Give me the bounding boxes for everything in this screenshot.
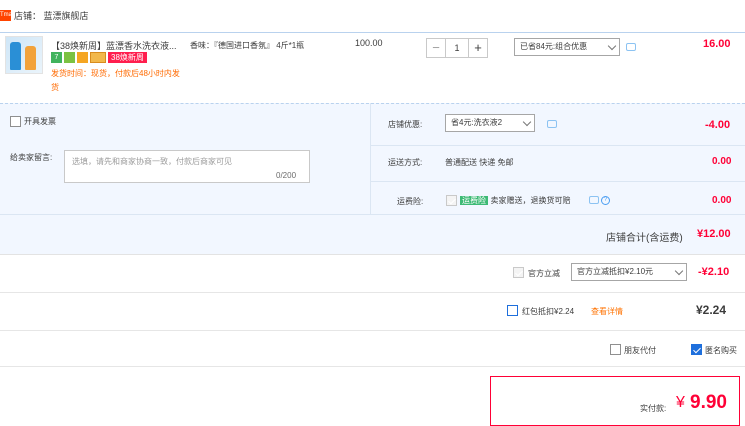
shop-header	[0, 0, 745, 32]
anonymous-checkbox[interactable]	[691, 344, 702, 355]
product-title[interactable]: 【38焕新周】蓝漂香水洗衣液...	[51, 39, 181, 52]
quantity-increase-button[interactable]: +	[468, 38, 488, 58]
divider	[0, 330, 745, 331]
guarantee-icon	[64, 52, 75, 63]
seven-day-return-icon: 7	[51, 52, 62, 63]
delivery-label: 运送方式:	[388, 158, 423, 167]
delivery-method: 普通配送 快递 免邮	[445, 158, 514, 167]
official-discount-value: 官方立减抵扣¥2.10元	[577, 267, 654, 276]
memo-placeholder: 选填，请先和商家协商一致，付款后商家可见	[72, 157, 232, 166]
chevron-down-icon	[607, 41, 617, 51]
payment-label: 实付款:	[640, 404, 667, 413]
shop-discount-label: 店铺优惠:	[388, 120, 423, 129]
quantity-stepper: − 1 +	[426, 38, 488, 58]
redpacket-details-link[interactable]: 查看详情	[591, 306, 623, 317]
insurance-text: 卖家赠送，退换货可赔	[490, 196, 571, 205]
insurance-fee: 0.00	[712, 195, 732, 206]
chat-bubble-icon[interactable]	[626, 43, 636, 51]
divider	[371, 145, 745, 146]
official-discount-checkbox	[513, 267, 524, 278]
redpacket-checkbox[interactable]	[507, 305, 518, 316]
anonymous-label: 匿名购买	[705, 346, 737, 355]
shop-total-amount: ¥12.00	[697, 228, 731, 240]
quantity-decrease-button[interactable]: −	[426, 38, 446, 58]
item-discount-value: 已省84元:组合优惠	[520, 42, 588, 51]
help-icon[interactable]: ?	[601, 196, 610, 205]
chat-bubble-icon[interactable]	[547, 120, 557, 128]
official-discount-amount: -¥2.10	[698, 266, 730, 278]
divider	[371, 181, 745, 182]
payment-amount: 9.90	[690, 392, 727, 413]
insurance-checkbox	[446, 195, 457, 206]
shop-discount-value: 省4元:洗衣液2	[451, 118, 503, 127]
memo-char-count: 0/200	[276, 171, 297, 180]
invoice-label: 开具发票	[24, 117, 56, 126]
official-discount-select[interactable]: 官方立减抵扣¥2.10元	[571, 263, 687, 281]
chevron-down-icon	[674, 266, 684, 276]
divider	[0, 366, 745, 367]
insurance-label: 运费险:	[397, 197, 424, 206]
divider	[0, 32, 745, 33]
shop-total-label: 店铺合计(含运费)	[606, 233, 683, 244]
official-discount-label: 官方立减	[528, 269, 560, 278]
quantity-input[interactable]: 1	[446, 38, 468, 58]
unit-price: 100.00	[355, 38, 383, 48]
shop-name[interactable]: 店铺： 蓝漂旗舰店	[14, 9, 89, 22]
promo-badge: 38焕新周	[108, 52, 147, 63]
insurance-info: 运费险 卖家赠送，退换货可赔	[460, 195, 571, 206]
shop-discount-amount: -4.00	[705, 119, 731, 131]
divider	[0, 292, 745, 293]
memo-label: 给卖家留言:	[10, 153, 53, 162]
delivery-fee: 0.00	[712, 156, 732, 167]
invoice-checkbox[interactable]	[10, 116, 21, 127]
credit-card-icon	[90, 52, 106, 63]
redpacket-amount: ¥2.24	[696, 303, 727, 317]
redpacket-label: 红包抵扣¥2.24	[522, 307, 575, 316]
payment-currency: ¥	[676, 394, 685, 411]
tmall-icon: Tmall	[0, 10, 15, 21]
product-badges: 7 38焕新周	[51, 52, 147, 64]
coupon-icon	[77, 52, 88, 63]
item-subtotal: 16.00	[703, 38, 731, 50]
divider	[370, 103, 371, 214]
item-discount-select[interactable]: 已省84元:组合优惠	[514, 38, 620, 56]
chevron-down-icon	[522, 117, 532, 127]
shipping-time: 发货时间：现货，付款后48小时内发货	[51, 69, 180, 92]
shop-discount-select[interactable]: 省4元:洗衣液2	[445, 114, 535, 132]
product-image-bottle	[25, 46, 36, 70]
product-image-bottle	[10, 42, 21, 70]
friend-pay-checkbox[interactable]	[610, 344, 621, 355]
chat-bubble-icon[interactable]	[589, 196, 599, 204]
insurance-tag: 运费险	[460, 196, 488, 205]
friend-pay-label: 朋友代付	[624, 346, 656, 355]
product-sku: 香味：『德国进口香氛』 4斤*1瓶	[190, 41, 305, 50]
